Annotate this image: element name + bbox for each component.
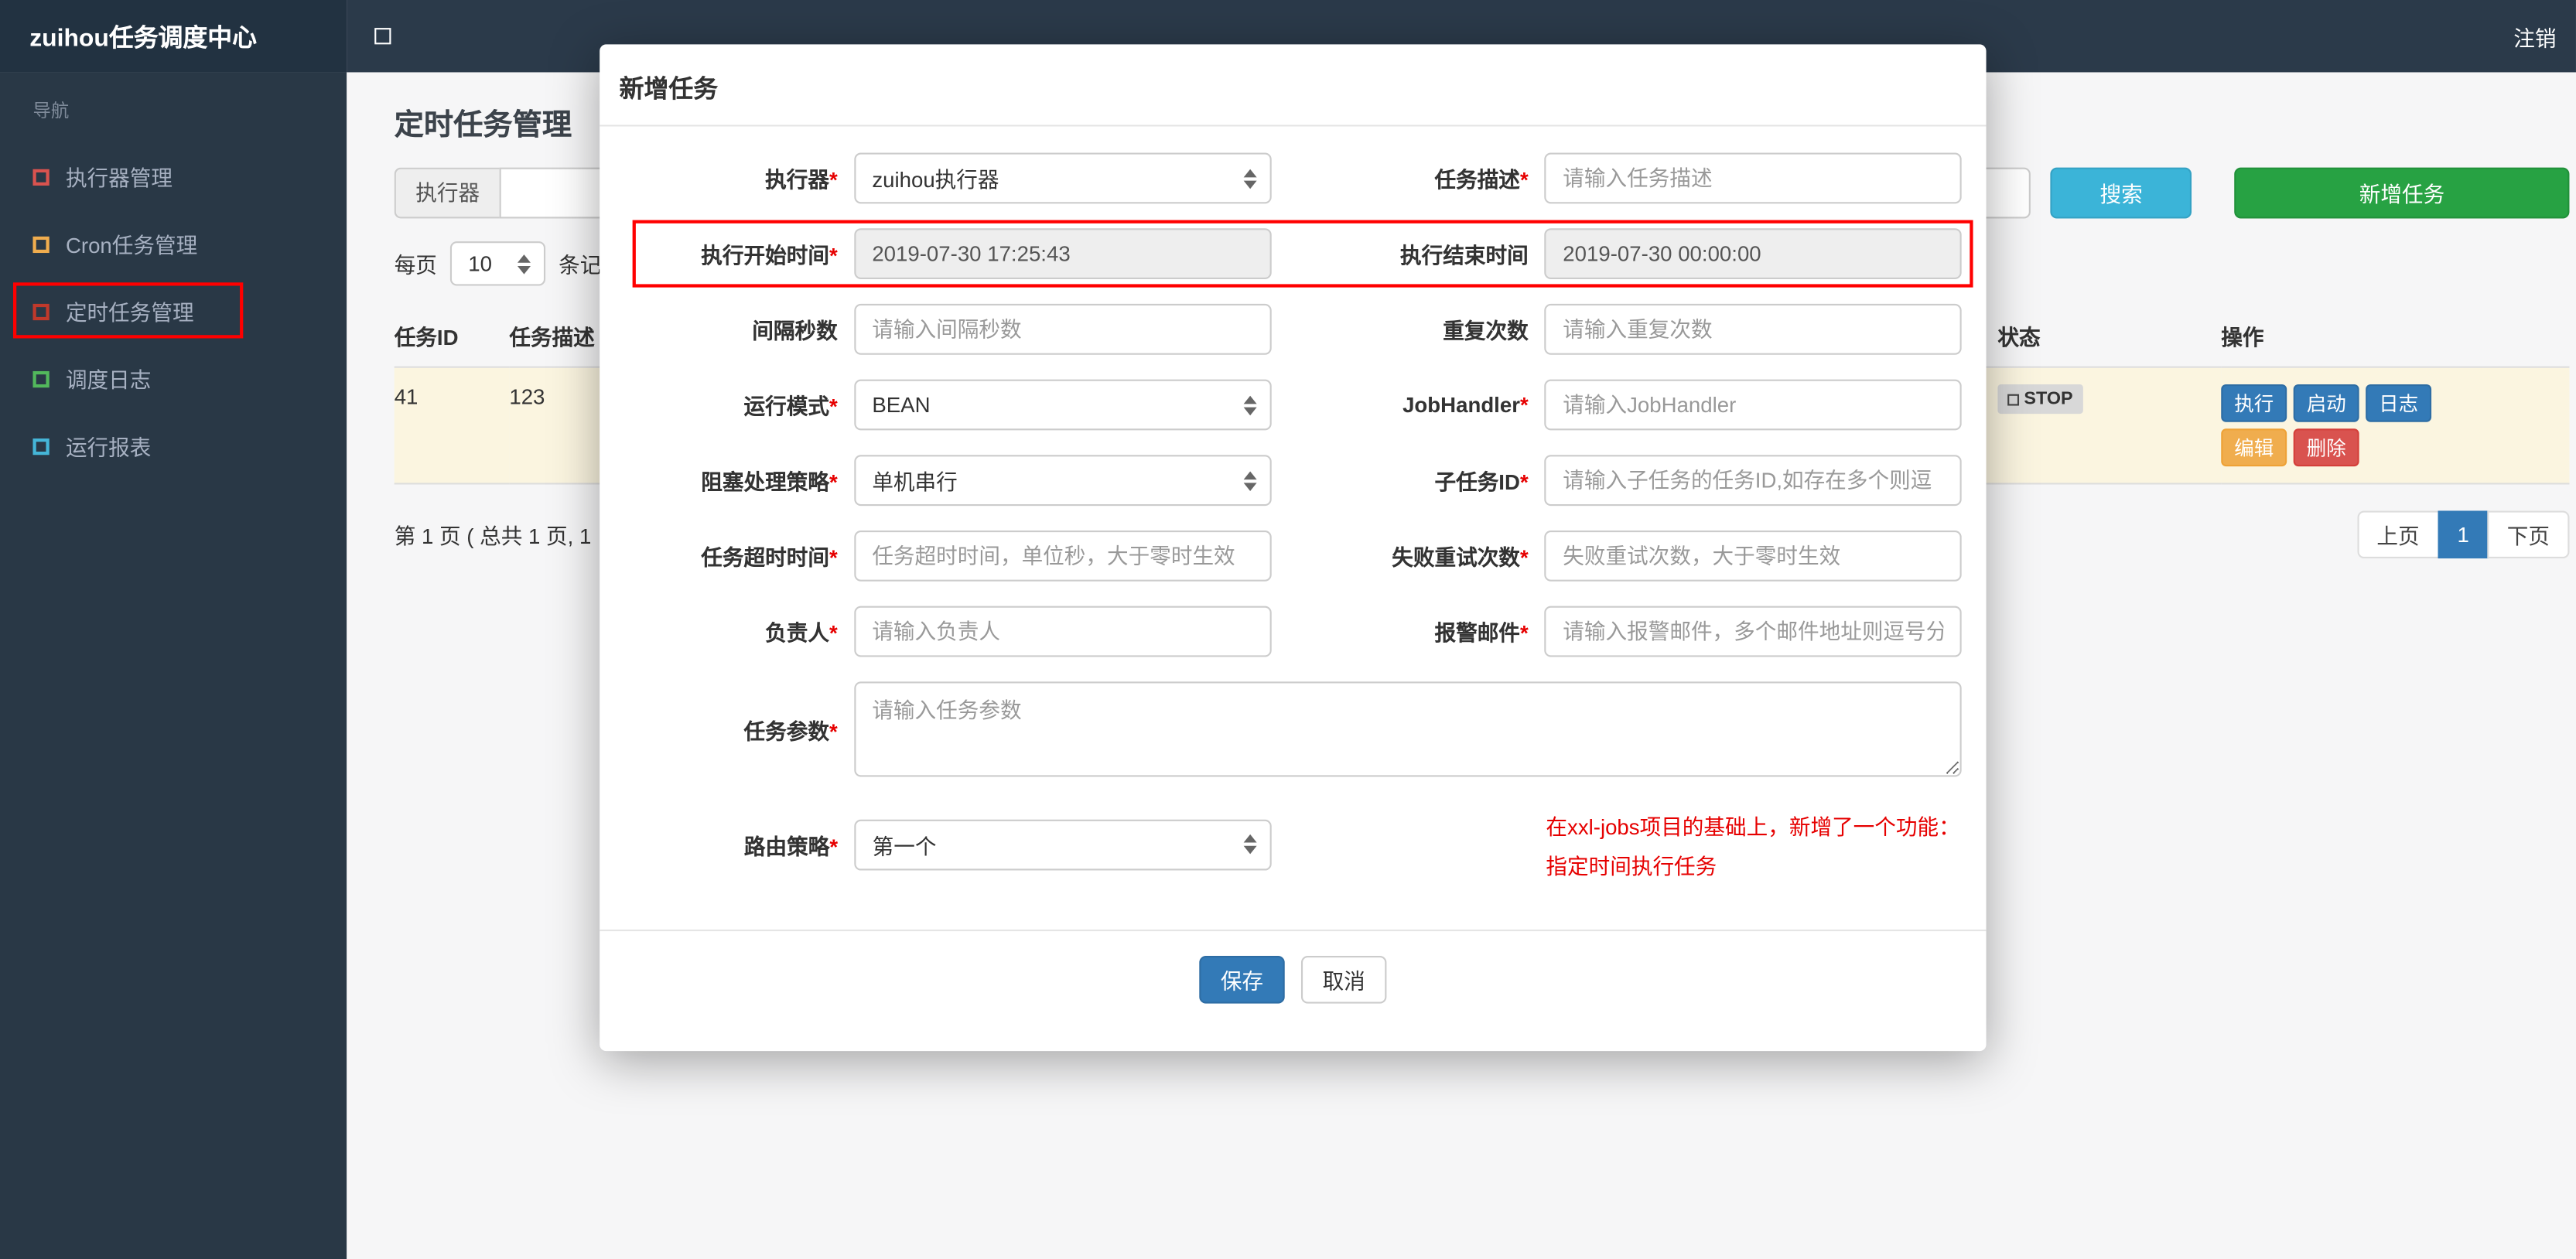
run-mode-select[interactable]: BEAN	[853, 379, 1271, 431]
route-strategy-select[interactable]: 第一个	[854, 818, 1272, 870]
run-mode-label: 运行模式*	[743, 394, 838, 419]
executor-select-value: zuihou执行器	[872, 167, 999, 193]
page-1-button[interactable]: 1	[2438, 510, 2489, 559]
alarm-email-label: 报警邮件*	[1434, 620, 1529, 646]
timeout-label: 任务超时时间*	[701, 545, 838, 570]
per-page-select[interactable]: 10	[449, 241, 546, 286]
modal-body: 执行器* zuihou执行器 任务描述* 执行开始时间* 执行结束时间 间隔秒数…	[600, 127, 1986, 887]
per-page-value: 10	[468, 251, 493, 276]
sidebar-item-executor-management[interactable]: 执行器管理	[0, 143, 347, 210]
datetime-row: 执行开始时间* 执行结束时间	[624, 220, 1973, 288]
select-arrows-icon	[517, 254, 531, 274]
select-arrows-icon	[1242, 394, 1256, 415]
col-actions: 操作	[2221, 305, 2570, 368]
feature-note-line1: 在xxl-jobs项目的基础上，新增了一个功能：	[1546, 814, 1960, 840]
route-strategy-label: 路由策略*	[743, 833, 839, 858]
executor-label: 执行器*	[765, 167, 838, 193]
sidebar-item-cron-task-management[interactable]: Cron任务管理	[0, 210, 347, 278]
block-strategy-select-value: 单机串行	[872, 469, 958, 495]
feature-note: 在xxl-jobs项目的基础上，新增了一个功能： 指定时间执行任务	[1546, 808, 1959, 887]
sidebar-item-label: 运行报表	[65, 435, 152, 460]
run-button[interactable]: 执行	[2221, 384, 2287, 422]
square-icon	[32, 437, 50, 455]
add-task-button[interactable]: 新增任务	[2234, 167, 2570, 219]
interval-input[interactable]	[853, 303, 1271, 355]
executor-select[interactable]: zuihou执行器	[853, 152, 1271, 204]
select-arrows-icon	[1243, 834, 1257, 855]
edit-button[interactable]: 编辑	[2221, 428, 2287, 467]
add-task-modal: 新增任务 执行器* zuihou执行器 任务描述* 执行开始时间* 执行结束时间…	[600, 44, 1987, 1052]
pagination-summary: 第 1 页 ( 总共 1 页, 1	[394, 524, 592, 549]
modal-title: 新增任务	[600, 44, 1987, 127]
interval-label: 间隔秒数	[752, 318, 838, 343]
sidebar-item-label: 定时任务管理	[65, 300, 194, 326]
job-handler-label: JobHandler*	[1402, 392, 1529, 418]
repeat-input[interactable]	[1544, 303, 1962, 355]
cell-status: STOP	[1997, 367, 2222, 485]
col-status: 状态	[1997, 305, 2222, 368]
fail-retry-label: 失败重试次数*	[1392, 545, 1529, 570]
executor-filter-label: 执行器	[394, 167, 500, 219]
start-time-input[interactable]	[853, 228, 1271, 280]
stop-square-icon	[2007, 393, 2020, 405]
feature-note-line2: 指定时间执行任务	[1546, 854, 1717, 879]
job-desc-input[interactable]	[1544, 152, 1962, 204]
repeat-label: 重复次数	[1443, 318, 1529, 343]
status-text: STOP	[2024, 389, 2073, 409]
cancel-button[interactable]: 取消	[1300, 955, 1387, 1004]
square-icon	[32, 370, 50, 387]
pager: 上页 1 下页	[2356, 510, 2570, 559]
prev-page-button[interactable]: 上页	[2356, 510, 2440, 559]
select-arrows-icon	[1242, 470, 1256, 490]
square-icon	[32, 302, 50, 320]
run-mode-select-value: BEAN	[872, 392, 931, 418]
app-brand: zuihou任务调度中心	[0, 0, 347, 73]
app-root: zuihou任务调度中心 注销 导航 执行器管理 Cron任务管理 定时任务管理…	[0, 0, 2576, 1259]
sidebar-toggle-icon[interactable]	[374, 28, 391, 45]
end-time-input[interactable]	[1544, 228, 1962, 280]
route-strategy-select-value: 第一个	[872, 833, 937, 858]
owner-input[interactable]	[853, 606, 1271, 657]
sidebar-item-label: 执行器管理	[65, 165, 173, 191]
sidebar-item-schedule-log[interactable]: 调度日志	[0, 345, 347, 412]
row-actions: 执行 启动 日志 编辑 删除	[2221, 384, 2451, 467]
sidebar-item-label: 调度日志	[65, 367, 152, 393]
col-job-id: 任务ID	[394, 305, 510, 368]
search-button[interactable]: 搜索	[2050, 167, 2192, 219]
delete-button[interactable]: 删除	[2293, 428, 2359, 467]
alarm-email-input[interactable]	[1544, 606, 1962, 657]
select-arrows-icon	[1242, 168, 1256, 189]
status-badge: STOP	[1997, 384, 2083, 415]
per-page-label: 每页	[394, 253, 437, 278]
save-button[interactable]: 保存	[1199, 955, 1285, 1004]
job-params-textarea[interactable]	[853, 681, 1962, 777]
job-params-label: 任务参数*	[743, 718, 838, 743]
start-button[interactable]: 启动	[2293, 384, 2359, 422]
log-button[interactable]: 日志	[2366, 384, 2432, 422]
sidebar-item-run-report[interactable]: 运行报表	[0, 412, 347, 479]
next-page-button[interactable]: 下页	[2487, 510, 2570, 559]
square-icon	[32, 235, 50, 252]
logout-link[interactable]: 注销	[2513, 21, 2556, 52]
cell-actions: 执行 启动 日志 编辑 删除	[2221, 367, 2570, 485]
fail-retry-input[interactable]	[1544, 530, 1962, 582]
nav-section-label: 导航	[32, 101, 70, 122]
modal-footer: 保存 取消	[600, 931, 1986, 1051]
sidebar-item-timed-task-management[interactable]: 定时任务管理	[0, 278, 347, 345]
sidebar-item-label: Cron任务管理	[65, 233, 198, 258]
square-icon	[32, 168, 50, 185]
block-strategy-label: 阻塞处理策略*	[701, 469, 838, 495]
owner-label: 负责人*	[765, 620, 838, 646]
child-job-id-label: 子任务ID*	[1434, 469, 1529, 495]
cell-job-id: 41	[394, 367, 510, 485]
sidebar: 导航 执行器管理 Cron任务管理 定时任务管理 调度日志 运行报表	[0, 72, 347, 1259]
timeout-input[interactable]	[853, 530, 1271, 582]
end-time-label: 执行结束时间	[1400, 243, 1529, 268]
child-job-id-input[interactable]	[1544, 455, 1962, 507]
start-time-label: 执行开始时间*	[701, 243, 838, 268]
block-strategy-select[interactable]: 单机串行	[853, 455, 1271, 507]
job-handler-input[interactable]	[1544, 379, 1962, 431]
job-desc-label: 任务描述*	[1434, 167, 1529, 193]
